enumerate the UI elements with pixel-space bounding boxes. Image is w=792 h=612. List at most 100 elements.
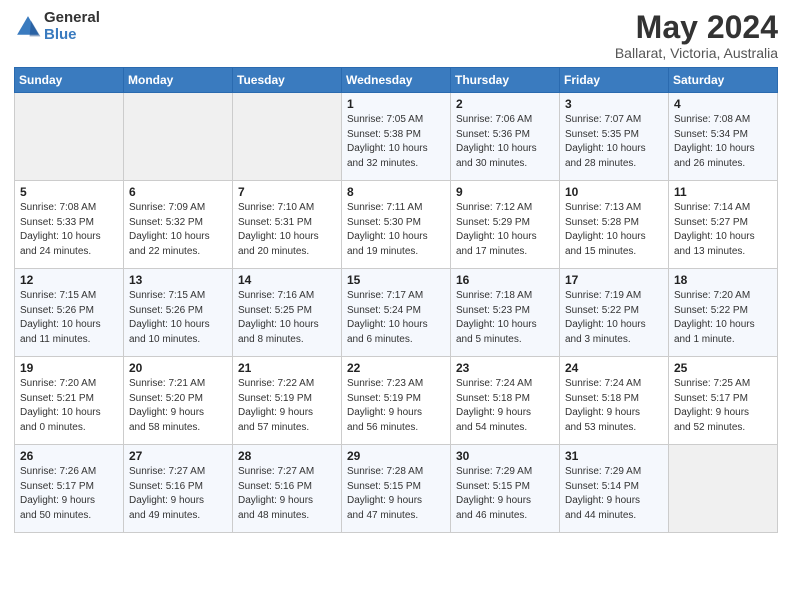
day-info: Sunrise: 7:20 AM Sunset: 5:22 PM Dayligh…: [674, 289, 772, 347]
calendar-cell: 25Sunrise: 7:25 AM Sunset: 5:17 PM Dayli…: [669, 357, 778, 445]
day-number: 31: [565, 449, 663, 463]
col-header-friday: Friday: [560, 68, 669, 93]
day-info: Sunrise: 7:09 AM Sunset: 5:32 PM Dayligh…: [129, 201, 227, 259]
day-number: 21: [238, 361, 336, 375]
day-number: 7: [238, 185, 336, 199]
day-number: 15: [347, 273, 445, 287]
day-number: 11: [674, 185, 772, 199]
day-info: Sunrise: 7:08 AM Sunset: 5:33 PM Dayligh…: [20, 201, 118, 259]
calendar-cell: 3Sunrise: 7:07 AM Sunset: 5:35 PM Daylig…: [560, 93, 669, 181]
day-info: Sunrise: 7:10 AM Sunset: 5:31 PM Dayligh…: [238, 201, 336, 259]
day-number: 5: [20, 185, 118, 199]
calendar-cell: 28Sunrise: 7:27 AM Sunset: 5:16 PM Dayli…: [233, 445, 342, 533]
day-info: Sunrise: 7:11 AM Sunset: 5:30 PM Dayligh…: [347, 201, 445, 259]
day-number: 26: [20, 449, 118, 463]
calendar-cell: 19Sunrise: 7:20 AM Sunset: 5:21 PM Dayli…: [15, 357, 124, 445]
day-info: Sunrise: 7:13 AM Sunset: 5:28 PM Dayligh…: [565, 201, 663, 259]
calendar-cell: 30 Sunrise: 7:29 AM Sunset: 5:15 PM Dayli…: [451, 445, 560, 533]
calendar-cell: 12Sunrise: 7:15 AM Sunset: 5:26 PM Dayli…: [15, 269, 124, 357]
calendar-cell: 15 Sunrise: 7:17 AM Sunset: 5:24 PM Dayli…: [342, 269, 451, 357]
day-info: Sunrise: 7:05 AM Sunset: 5:38 PM Dayligh…: [347, 113, 445, 171]
calendar-cell: 26 Sunrise: 7:26 AM Sunset: 5:17 PM Dayli…: [15, 445, 124, 533]
calendar-cell: 22Sunrise: 7:23 AM Sunset: 5:19 PM Dayli…: [342, 357, 451, 445]
calendar-cell: [15, 93, 124, 181]
day-number: 28: [238, 449, 336, 463]
logo-icon: [14, 13, 42, 41]
calendar-cell: 21 Sunrise: 7:22 AM Sunset: 5:19 PM Dayli…: [233, 357, 342, 445]
calendar-cell: 11 Sunrise: 7:14 AM Sunset: 5:27 PM Dayli…: [669, 181, 778, 269]
day-info: Sunrise: 7:26 AM Sunset: 5:17 PM Dayligh…: [20, 465, 118, 523]
day-info: Sunrise: 7:28 AM Sunset: 5:15 PM Dayligh…: [347, 465, 445, 523]
day-number: 18: [674, 273, 772, 287]
calendar-cell: 17Sunrise: 7:19 AM Sunset: 5:22 PM Dayli…: [560, 269, 669, 357]
day-info: Sunrise: 7:27 AM Sunset: 5:16 PM Dayligh…: [129, 465, 227, 523]
calendar-cell: 31 Sunrise: 7:29 AM Sunset: 5:14 PM Dayli…: [560, 445, 669, 533]
calendar-cell: 9 Sunrise: 7:12 AM Sunset: 5:29 PM Daylig…: [451, 181, 560, 269]
day-info: Sunrise: 7:08 AM Sunset: 5:34 PM Dayligh…: [674, 113, 772, 171]
calendar-cell: 7 Sunrise: 7:10 AM Sunset: 5:31 PM Daylig…: [233, 181, 342, 269]
day-info: Sunrise: 7:17 AM Sunset: 5:24 PM Dayligh…: [347, 289, 445, 347]
day-info: Sunrise: 7:18 AM Sunset: 5:23 PM Dayligh…: [456, 289, 554, 347]
day-info: Sunrise: 7:14 AM Sunset: 5:27 PM Dayligh…: [674, 201, 772, 259]
calendar-cell: 18 Sunrise: 7:20 AM Sunset: 5:22 PM Dayli…: [669, 269, 778, 357]
calendar-cell: 20 Sunrise: 7:21 AM Sunset: 5:20 PM Dayli…: [124, 357, 233, 445]
calendar-cell: [124, 93, 233, 181]
day-number: 10: [565, 185, 663, 199]
day-number: 16: [456, 273, 554, 287]
day-number: 6: [129, 185, 227, 199]
day-number: 12: [20, 273, 118, 287]
col-header-tuesday: Tuesday: [233, 68, 342, 93]
day-info: Sunrise: 7:24 AM Sunset: 5:18 PM Dayligh…: [456, 377, 554, 435]
header-row: SundayMondayTuesdayWednesdayThursdayFrid…: [15, 68, 778, 93]
week-row-5: 26 Sunrise: 7:26 AM Sunset: 5:17 PM Dayli…: [15, 445, 778, 533]
title-area: May 2024 Ballarat, Victoria, Australia: [615, 10, 778, 61]
calendar-cell: 24 Sunrise: 7:24 AM Sunset: 5:18 PM Dayli…: [560, 357, 669, 445]
logo-blue: Blue: [44, 27, 100, 44]
day-info: Sunrise: 7:06 AM Sunset: 5:36 PM Dayligh…: [456, 113, 554, 171]
location: Ballarat, Victoria, Australia: [615, 45, 778, 61]
calendar-cell: 6 Sunrise: 7:09 AM Sunset: 5:32 PM Daylig…: [124, 181, 233, 269]
calendar-cell: 13Sunrise: 7:15 AM Sunset: 5:26 PM Dayli…: [124, 269, 233, 357]
day-info: Sunrise: 7:15 AM Sunset: 5:26 PM Dayligh…: [129, 289, 227, 347]
day-info: Sunrise: 7:20 AM Sunset: 5:21 PM Dayligh…: [20, 377, 118, 435]
month-title: May 2024: [615, 10, 778, 45]
calendar-table: SundayMondayTuesdayWednesdayThursdayFrid…: [14, 67, 778, 533]
calendar-cell: 27 Sunrise: 7:27 AM Sunset: 5:16 PM Dayli…: [124, 445, 233, 533]
day-info: Sunrise: 7:12 AM Sunset: 5:29 PM Dayligh…: [456, 201, 554, 259]
calendar-cell: 10 Sunrise: 7:13 AM Sunset: 5:28 PM Dayli…: [560, 181, 669, 269]
header: General Blue May 2024 Ballarat, Victoria…: [14, 10, 778, 61]
day-number: 14: [238, 273, 336, 287]
calendar-cell: 8Sunrise: 7:11 AM Sunset: 5:30 PM Daylig…: [342, 181, 451, 269]
col-header-saturday: Saturday: [669, 68, 778, 93]
day-number: 20: [129, 361, 227, 375]
day-info: Sunrise: 7:21 AM Sunset: 5:20 PM Dayligh…: [129, 377, 227, 435]
col-header-sunday: Sunday: [15, 68, 124, 93]
day-number: 23: [456, 361, 554, 375]
logo-general: General: [44, 10, 100, 27]
day-info: Sunrise: 7:16 AM Sunset: 5:25 PM Dayligh…: [238, 289, 336, 347]
calendar-cell: 23 Sunrise: 7:24 AM Sunset: 5:18 PM Dayli…: [451, 357, 560, 445]
calendar-cell: 29 Sunrise: 7:28 AM Sunset: 5:15 PM Dayli…: [342, 445, 451, 533]
day-info: Sunrise: 7:29 AM Sunset: 5:14 PM Dayligh…: [565, 465, 663, 523]
week-row-3: 12 Sunrise: 7:15 AM Sunset: 5:26 PM Dayli…: [15, 269, 778, 357]
day-number: 4: [674, 97, 772, 111]
calendar-cell: 16 Sunrise: 7:18 AM Sunset: 5:23 PM Dayli…: [451, 269, 560, 357]
day-number: 1: [347, 97, 445, 111]
day-info: Sunrise: 7:19 AM Sunset: 5:22 PM Dayligh…: [565, 289, 663, 347]
day-number: 29: [347, 449, 445, 463]
day-number: 30: [456, 449, 554, 463]
calendar-cell: 14 Sunrise: 7:16 AM Sunset: 5:25 PM Dayli…: [233, 269, 342, 357]
day-number: 9: [456, 185, 554, 199]
day-info: Sunrise: 7:29 AM Sunset: 5:15 PM Dayligh…: [456, 465, 554, 523]
day-info: Sunrise: 7:24 AM Sunset: 5:18 PM Dayligh…: [565, 377, 663, 435]
day-number: 27: [129, 449, 227, 463]
day-info: Sunrise: 7:23 AM Sunset: 5:19 PM Dayligh…: [347, 377, 445, 435]
week-row-4: 19Sunrise: 7:20 AM Sunset: 5:21 PM Dayli…: [15, 357, 778, 445]
day-info: Sunrise: 7:22 AM Sunset: 5:19 PM Dayligh…: [238, 377, 336, 435]
col-header-thursday: Thursday: [451, 68, 560, 93]
day-number: 2: [456, 97, 554, 111]
calendar-cell: 5 Sunrise: 7:08 AM Sunset: 5:33 PM Daylig…: [15, 181, 124, 269]
day-number: 24: [565, 361, 663, 375]
page: General Blue May 2024 Ballarat, Victoria…: [0, 0, 792, 547]
calendar-cell: [233, 93, 342, 181]
